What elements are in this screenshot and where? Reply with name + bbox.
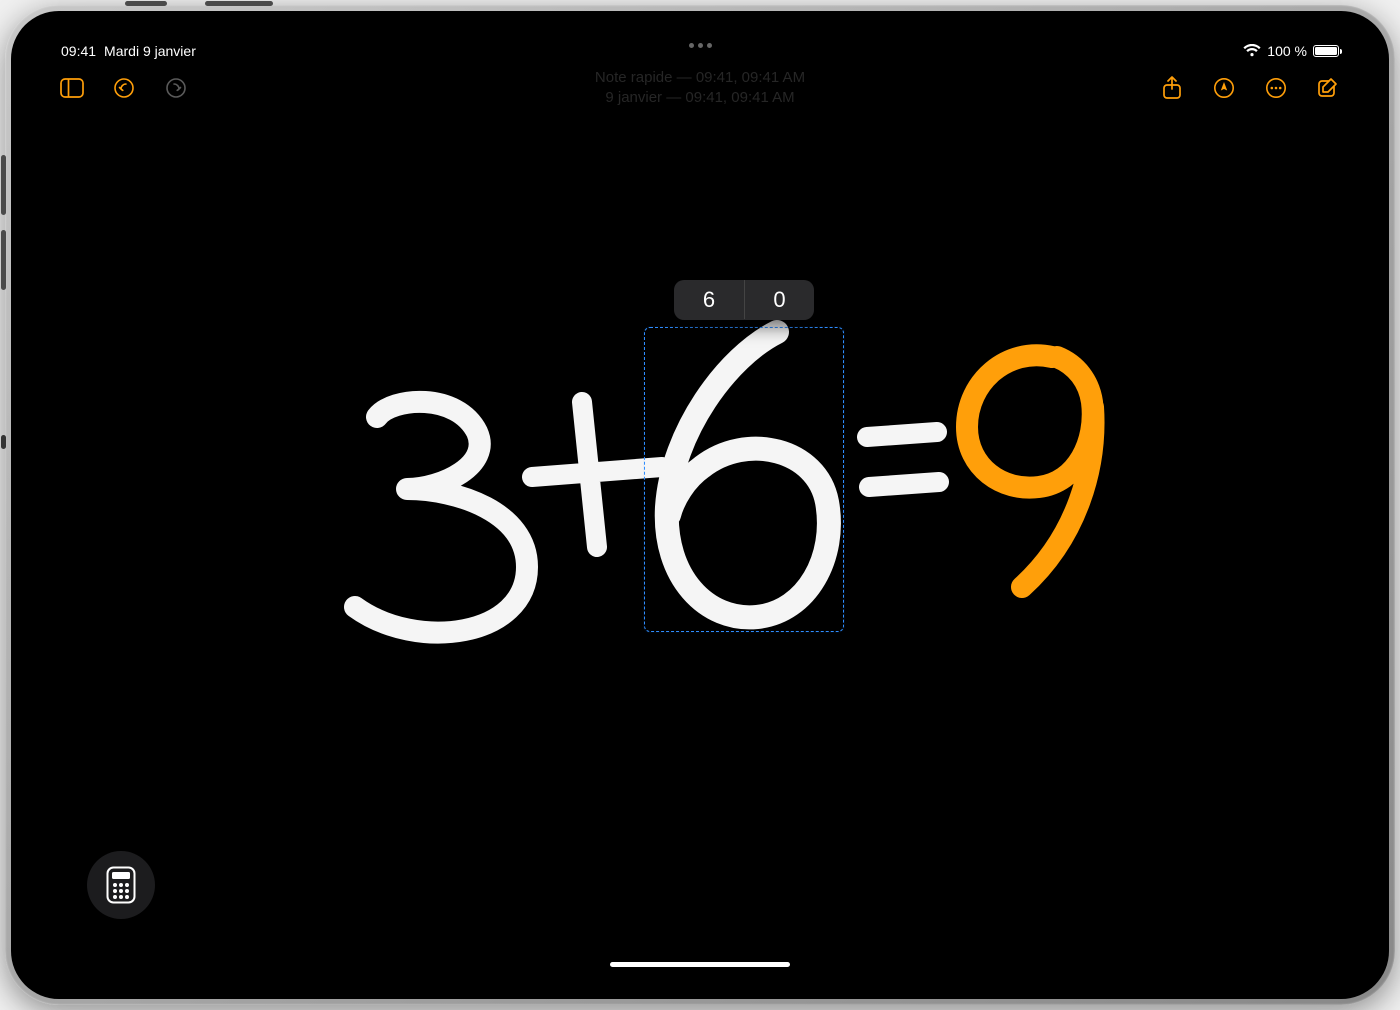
ipad-device-frame: 09:41 Mardi 9 janvier 100 % [5,5,1395,1005]
calculator-fab[interactable] [87,851,155,919]
handwriting-result-9 [967,355,1093,587]
home-indicator[interactable] [610,962,790,967]
handwriting-digit-6 [667,332,829,617]
recognition-suggestion-popover: 6 0 [674,280,814,320]
top-button-2 [205,1,273,6]
handwriting-plus [532,402,662,547]
handwriting-digit-3 [355,402,527,633]
volume-up-button [1,155,6,215]
side-connector [1,435,6,449]
top-button [125,1,167,6]
handwriting-equals [867,432,939,487]
screen: 09:41 Mardi 9 janvier 100 % [37,37,1363,973]
suggestion-option-6[interactable]: 6 [674,280,744,320]
calculator-icon [106,866,136,904]
drawing-canvas[interactable]: 6 0 [37,37,1363,973]
volume-down-button [1,230,6,290]
suggestion-option-0[interactable]: 0 [744,280,814,320]
